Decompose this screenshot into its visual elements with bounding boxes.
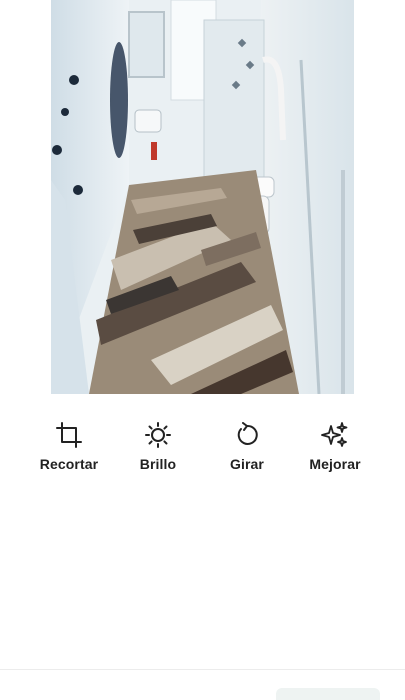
brightness-label: Brillo [139,456,177,472]
editing-toolbar: Recortar Brillo Girar Mejorar [0,420,405,480]
rotate-icon [232,420,262,450]
bottom-divider [0,669,405,670]
crop-button[interactable]: Recortar [24,420,114,480]
sparkles-icon [320,420,350,450]
photo-preview [51,0,354,394]
bathroom-photo [51,0,354,394]
brightness-button[interactable]: Brillo [113,420,203,480]
rotate-label: Girar [230,456,264,472]
photo-editor-screen: Recortar Brillo Girar Mejorar [0,0,405,700]
brightness-icon [143,420,173,450]
enhance-label: Mejorar [309,456,361,472]
enhance-button[interactable]: Mejorar [290,420,380,480]
bottom-action-button[interactable] [276,688,380,700]
crop-icon [54,420,84,450]
crop-label: Recortar [39,456,99,472]
rotate-button[interactable]: Girar [202,420,292,480]
